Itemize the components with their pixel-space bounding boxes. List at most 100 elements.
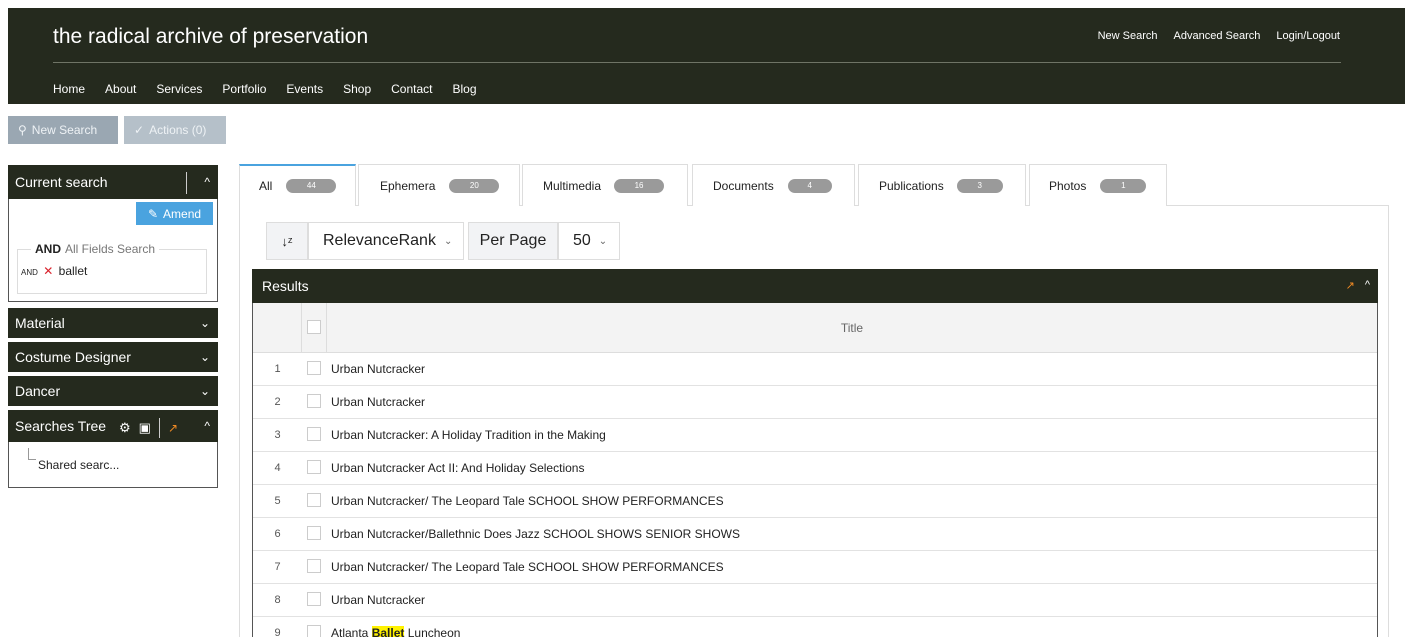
tab-all[interactable]: All 44 [239,164,356,206]
row-title[interactable]: Urban Nutcracker [331,362,425,376]
chevron-up-icon[interactable]: ^ [1365,279,1370,292]
nav-events[interactable]: Events [286,82,323,96]
chevron-down-icon: ⌄ [598,235,608,247]
row-title[interactable]: Urban Nutcracker/ The Leopard Tale SCHOO… [331,494,724,508]
table-row[interactable]: 6 Urban Nutcracker/Ballethnic Does Jazz … [253,518,1377,551]
table-row[interactable]: 1 Urban Nutcracker [253,353,1377,386]
row-title[interactable]: Urban Nutcracker: A Holiday Tradition in… [331,428,606,442]
row-checkbox[interactable] [307,559,321,573]
select-all-cell [302,303,327,353]
tab-ephemera-count: 20 [449,178,500,193]
row-number: 4 [274,462,281,474]
amend-button[interactable]: ✎ Amend [136,202,213,225]
chevron-down-icon: ⌄ [199,350,210,364]
nav-services[interactable]: Services [156,82,202,96]
facet-costume-designer[interactable]: Costume Designer ⌄ [8,342,218,372]
row-title[interactable]: Atlanta Ballet Luncheon [331,626,460,637]
row-checkbox[interactable] [307,460,321,474]
tab-documents[interactable]: Documents 4 [692,164,855,206]
sort-az-icon: ↓ᶻ [281,233,293,249]
table-row[interactable]: 4 Urban Nutcracker Act II: And Holiday S… [253,452,1377,485]
facet-costume-designer-label: Costume Designer [15,349,131,365]
new-search-link[interactable]: New Search [1098,30,1158,42]
table-row[interactable]: 2 Urban Nutcracker [253,386,1377,419]
row-checkbox[interactable] [307,625,321,637]
nav-about[interactable]: About [105,82,136,96]
nav-blog[interactable]: Blog [453,82,477,96]
row-checkbox[interactable] [307,493,321,507]
tree-item-shared-searches[interactable]: Shared searc... [38,458,119,472]
table-row[interactable]: 5 Urban Nutcracker/ The Leopard Tale SCH… [253,485,1377,518]
facet-dancer[interactable]: Dancer ⌄ [8,376,218,406]
chevron-down-icon: ⌄ [199,316,210,330]
remove-term-icon[interactable]: ✕ [43,264,53,278]
row-number: 1 [274,363,281,375]
row-number: 3 [274,429,281,441]
nav-home[interactable]: Home [53,82,85,96]
row-checkbox[interactable] [307,592,321,606]
row-checkbox[interactable] [307,361,321,375]
facet-dancer-label: Dancer [15,383,61,399]
advanced-search-link[interactable]: Advanced Search [1174,30,1261,42]
tab-publications[interactable]: Publications 3 [858,164,1026,206]
row-title[interactable]: Urban Nutcracker [331,593,425,607]
searches-tree-header[interactable]: Searches Tree ^ [8,410,218,442]
row-number-header [253,303,302,353]
search-term: AND ✕ ballet [21,264,87,278]
sort-direction-button[interactable]: ↓ᶻ [266,222,308,260]
tree-connector [28,448,36,460]
tab-ephemera-label: Ephemera [380,178,436,193]
results-title: Results [262,278,309,294]
tab-all-label: All [259,179,273,193]
row-title[interactable]: Urban Nutcracker [331,395,425,409]
login-logout-link[interactable]: Login/Logout [1276,30,1340,42]
chevron-down-icon: ⌄ [199,384,210,398]
title-column-header[interactable]: Title [327,321,1377,335]
nav-portfolio[interactable]: Portfolio [222,82,266,96]
check-icon: ✓ [134,123,145,137]
table-row[interactable]: 7 Urban Nutcracker/ The Leopard Tale SCH… [253,551,1377,584]
actions-button[interactable]: ✓ Actions (0) [124,116,226,144]
searches-tree-tools: ⚙ ▣ ↗ [119,418,178,438]
facet-material-label: Material [15,315,65,331]
expand-icon[interactable]: ↗ [1346,279,1355,292]
select-all-checkbox[interactable] [307,320,321,334]
per-page-label: Per Page [468,222,558,260]
row-title[interactable]: Urban Nutcracker/ The Leopard Tale SCHOO… [331,560,724,574]
tab-publications-label: Publications [879,178,944,193]
tab-all-count: 44 [286,179,337,193]
results-tools: ↗ ^ [1346,279,1370,292]
row-checkbox[interactable] [307,526,321,540]
expand-icon[interactable]: ↗ [168,421,178,435]
per-page-value: 50 [573,232,591,249]
gear-icon[interactable]: ⚙ [119,420,131,436]
row-checkbox[interactable] [307,427,321,441]
site-title[interactable]: the radical archive of preservation [53,25,368,49]
tab-multimedia-label: Multimedia [543,178,602,193]
table-row[interactable]: 9 Atlanta Ballet Luncheon [253,617,1377,637]
searches-tree-title: Searches Tree [15,418,107,434]
nav-contact[interactable]: Contact [391,82,432,96]
row-number: 6 [274,528,281,540]
new-search-button[interactable]: ⚲ New Search [8,116,118,144]
per-page-select[interactable]: 50 ⌄ [558,222,620,260]
tab-documents-label: Documents [713,178,774,193]
row-title[interactable]: Urban Nutcracker Act II: And Holiday Sel… [331,461,584,475]
chevron-up-icon[interactable]: ^ [204,419,210,433]
group-operator: AND [35,242,61,256]
row-title[interactable]: Urban Nutcracker/Ballethnic Does Jazz SC… [331,527,740,541]
table-row[interactable]: 3 Urban Nutcracker: A Holiday Tradition … [253,419,1377,452]
tab-documents-count: 4 [787,178,832,193]
tab-ephemera[interactable]: Ephemera 20 [358,164,520,206]
results-table: Title 1 Urban Nutcracker 2 Urban Nutcrac… [252,303,1378,637]
sort-select[interactable]: RelevanceRank ⌄ [308,222,464,260]
table-row[interactable]: 8 Urban Nutcracker [253,584,1377,617]
nav-shop[interactable]: Shop [343,82,371,96]
lock-icon[interactable]: ▣ [139,420,151,436]
tab-photos[interactable]: Photos 1 [1029,164,1167,206]
chevron-up-icon[interactable]: ^ [204,175,210,189]
new-search-label: New Search [31,123,98,137]
tab-multimedia[interactable]: Multimedia 16 [522,164,688,206]
row-checkbox[interactable] [307,394,321,408]
facet-material[interactable]: Material ⌄ [8,308,218,338]
